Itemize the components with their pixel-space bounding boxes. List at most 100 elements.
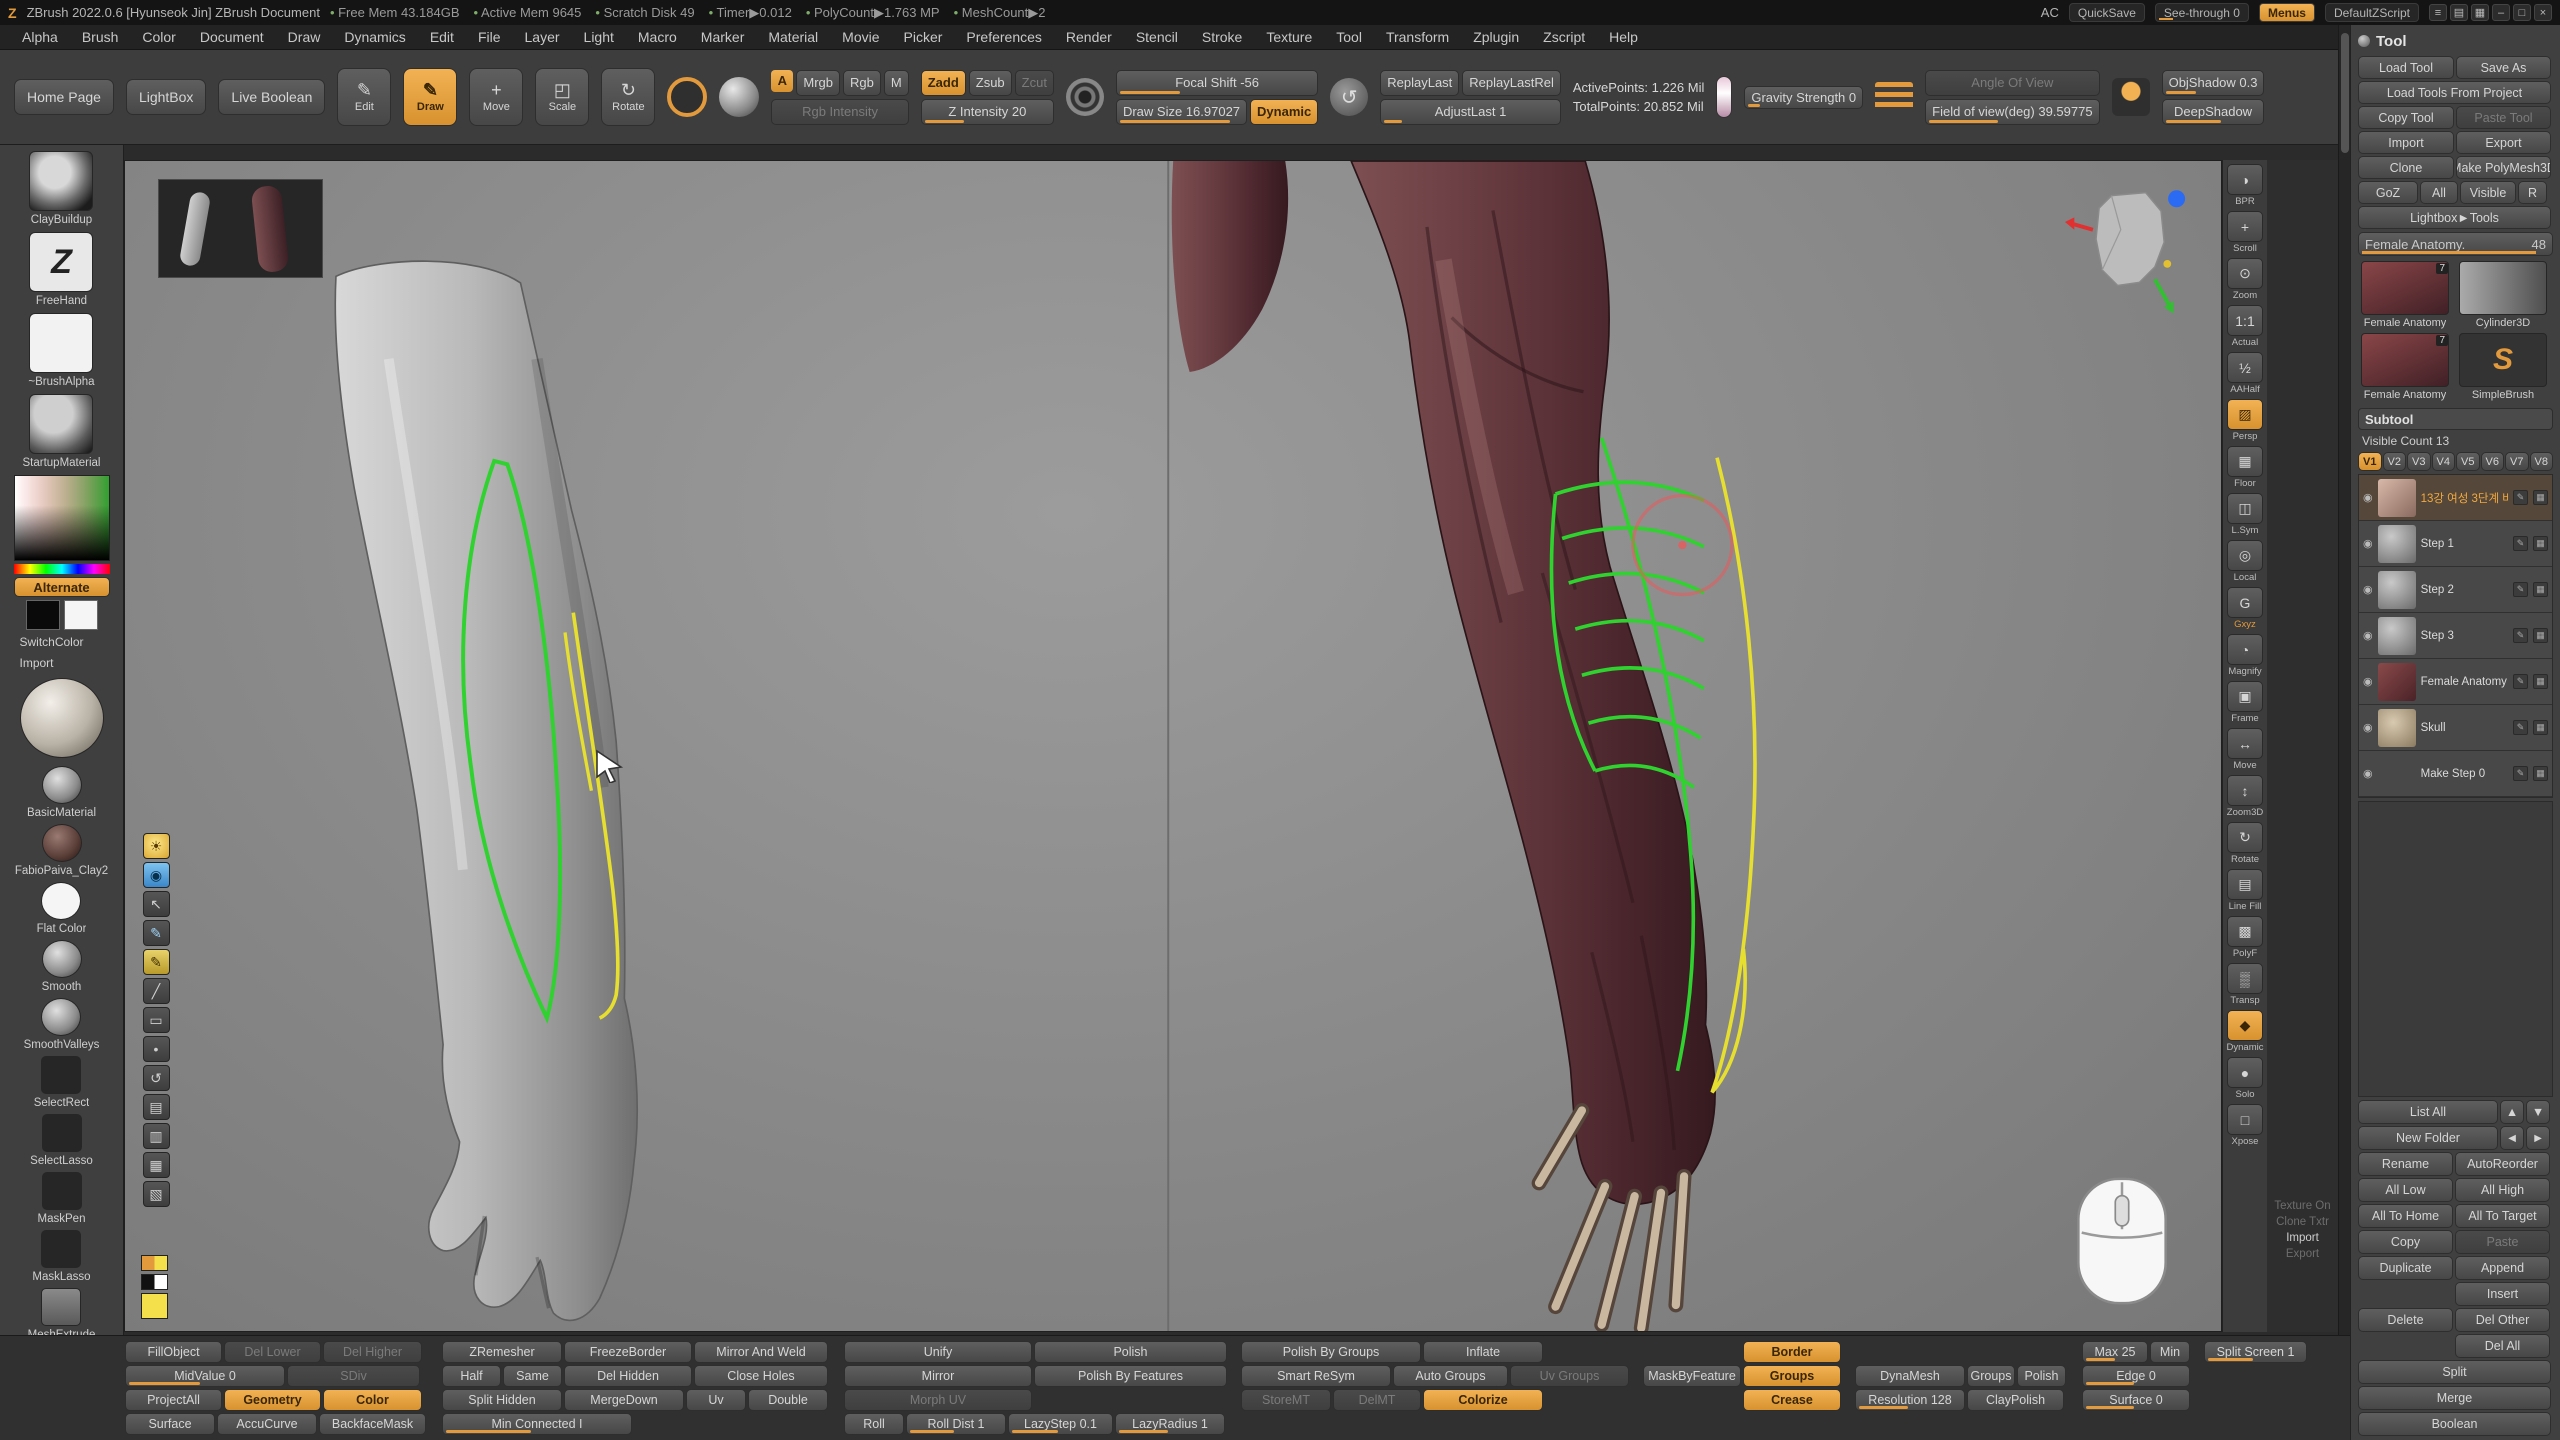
material-thumbnail[interactable]: [42, 940, 82, 978]
right-shelf-item[interactable]: ◑ BPR: [2227, 164, 2263, 207]
menu-item[interactable]: Texture: [1256, 27, 1322, 47]
canvas-tool-icon[interactable]: ▤: [143, 1094, 170, 1120]
angle-of-view-button[interactable]: Angle Of View: [1925, 70, 2099, 96]
bottom-button[interactable]: ZRemesher: [442, 1341, 562, 1363]
material-thumbnail[interactable]: [20, 678, 104, 758]
window-control-icon[interactable]: –: [2492, 4, 2510, 21]
white-swatch[interactable]: [64, 600, 98, 630]
window-control-icon[interactable]: ×: [2534, 4, 2552, 21]
right-shelf-item[interactable]: ◎ Local: [2227, 540, 2263, 583]
eye-icon[interactable]: ◉: [2363, 537, 2373, 550]
shoulder-fragment[interactable]: [1172, 161, 1288, 372]
canvas-tool-icon[interactable]: ▦: [143, 1152, 170, 1178]
brush-item[interactable]: ~BrushAlpha: [28, 313, 94, 388]
bottom-button[interactable]: BackfaceMask: [319, 1413, 426, 1435]
scrollbar-thumb[interactable]: [2341, 33, 2349, 153]
bottom-button[interactable]: AccuCurve: [217, 1413, 317, 1435]
subtool-row[interactable]: ◉ Step 2 ✎ ▦: [2359, 567, 2552, 613]
brush-thumbnail[interactable]: [29, 394, 93, 454]
tool-palette-header[interactable]: Tool: [2358, 29, 2553, 53]
menu-item[interactable]: Help: [1599, 27, 1648, 47]
menu-item[interactable]: Draw: [278, 27, 331, 47]
right-shelf-icon[interactable]: ◎: [2227, 540, 2263, 571]
menu-item[interactable]: File: [468, 27, 511, 47]
tool-panel-button[interactable]: Copy Tool: [2358, 106, 2454, 129]
strip-item[interactable]: Export: [2270, 1248, 2335, 1260]
subtool-action-button[interactable]: Boolean: [2358, 1412, 2551, 1436]
menu-item[interactable]: Material: [758, 27, 828, 47]
right-shelf-item[interactable]: ● Solo: [2227, 1057, 2263, 1100]
bottom-button[interactable]: Mirror: [844, 1365, 1032, 1387]
window-control-icon[interactable]: ≡: [2429, 4, 2447, 21]
tool-thumbnail[interactable]: Cylinder3D: [2456, 261, 2550, 329]
bottom-button[interactable]: SDiv: [287, 1365, 420, 1387]
subtool-action-button[interactable]: New Folder: [2358, 1126, 2498, 1150]
menu-item[interactable]: Zplugin: [1463, 27, 1529, 47]
right-shelf-icon[interactable]: ▤: [2227, 869, 2263, 900]
brush-ring-icon[interactable]: [667, 77, 707, 117]
menu-item[interactable]: Transform: [1376, 27, 1459, 47]
window-control-icon[interactable]: □: [2513, 4, 2531, 21]
menu-item[interactable]: Brush: [72, 27, 129, 47]
bottom-button[interactable]: Colorize: [1423, 1389, 1543, 1411]
subtool-row[interactable]: ◉ Step 3 ✎ ▦: [2359, 613, 2552, 659]
bottom-button[interactable]: Double: [748, 1389, 828, 1411]
layers-mini-icon[interactable]: ▦: [2533, 720, 2548, 735]
material-thumbnail[interactable]: [41, 1056, 81, 1094]
bottom-button[interactable]: Min: [2150, 1341, 2190, 1363]
subtool-tab[interactable]: V2: [2383, 452, 2407, 471]
subtool-tab[interactable]: V1: [2358, 452, 2382, 471]
right-shelf-icon[interactable]: 1:1: [2227, 305, 2263, 336]
canvas-tool-icon[interactable]: ▭: [143, 1007, 170, 1033]
subtool-tab[interactable]: V6: [2481, 452, 2505, 471]
bottom-button[interactable]: Geometry: [224, 1389, 321, 1411]
layers-mini-icon[interactable]: ▦: [2533, 628, 2548, 643]
tool-thumbnail[interactable]: 7 Female Anatomy: [2358, 261, 2452, 329]
material-thumbnail[interactable]: [41, 1288, 81, 1326]
material-item[interactable]: MaskPen: [38, 1172, 86, 1225]
right-shelf-icon[interactable]: ◑: [2227, 164, 2263, 195]
bottom-button[interactable]: Mirror And Weld: [694, 1341, 828, 1363]
bottom-button[interactable]: Groups: [1743, 1365, 1841, 1387]
m-button[interactable]: M: [884, 70, 909, 96]
tool-panel-button[interactable]: Load Tool: [2358, 56, 2454, 79]
gravity-strength-slider[interactable]: Gravity Strength 0: [1744, 86, 1863, 109]
bottom-button[interactable]: Surface: [125, 1413, 215, 1435]
window-control-icon[interactable]: ▦: [2471, 4, 2489, 21]
right-shelf-item[interactable]: 1:1 Actual: [2227, 305, 2263, 348]
brush-mini-icon[interactable]: ✎: [2513, 490, 2528, 505]
bottom-button[interactable]: Crease: [1743, 1389, 1841, 1411]
subtool-action-button[interactable]: Paste: [2455, 1230, 2550, 1254]
material-item[interactable]: MeshExtrude: [28, 1288, 96, 1335]
menu-item[interactable]: Dynamics: [334, 27, 415, 47]
canvas-tool-icon[interactable]: ▥: [143, 1123, 170, 1149]
right-shelf-item[interactable]: + Scroll: [2227, 211, 2263, 254]
tool-panel-button[interactable]: Save As: [2456, 56, 2551, 79]
material-item[interactable]: Smooth: [42, 940, 82, 993]
layers-mini-icon[interactable]: ▦: [2533, 490, 2548, 505]
current-tool-slider[interactable]: Female Anatomy. 48: [2358, 232, 2553, 256]
material-thumbnail[interactable]: [42, 1172, 82, 1210]
right-shelf-item[interactable]: ▒ Transp: [2227, 963, 2263, 1006]
subtool-action-button[interactable]: Del All: [2455, 1334, 2550, 1358]
right-shelf-item[interactable]: G Gxyz: [2227, 587, 2263, 630]
right-shelf-icon[interactable]: ▨: [2227, 399, 2263, 430]
brush-mini-icon[interactable]: ✎: [2513, 674, 2528, 689]
menu-item[interactable]: Tool: [1326, 27, 1372, 47]
edit-button[interactable]: ✎ Edit: [337, 68, 391, 126]
gray-arm-model[interactable]: [335, 261, 637, 1320]
bottom-button[interactable]: Groups: [1967, 1365, 2015, 1387]
import-color-button[interactable]: Import: [14, 654, 110, 672]
canvas-tool-icon[interactable]: ☀: [143, 833, 170, 859]
brush-mini-icon[interactable]: ✎: [2513, 628, 2528, 643]
orange-swatch[interactable]: [141, 1255, 168, 1271]
bottom-button[interactable]: DynaMesh: [1855, 1365, 1965, 1387]
eye-icon[interactable]: ◉: [2363, 721, 2373, 734]
right-shelf-item[interactable]: ↕ Zoom3D: [2227, 775, 2263, 818]
bottom-button[interactable]: Same: [503, 1365, 562, 1387]
material-item[interactable]: MaskLasso: [32, 1230, 90, 1283]
menus-button[interactable]: Menus: [2259, 3, 2315, 22]
brush-mini-icon[interactable]: ✎: [2513, 720, 2528, 735]
bottom-button[interactable]: FillObject: [125, 1341, 222, 1363]
right-shelf-icon[interactable]: G: [2227, 587, 2263, 618]
